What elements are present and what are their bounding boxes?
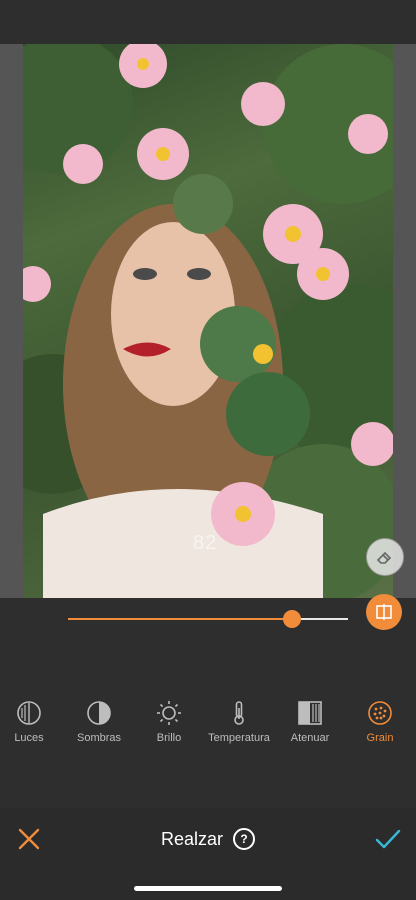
slider-knob[interactable]: [283, 610, 301, 628]
canvas-area: 82: [0, 44, 416, 630]
intensity-slider[interactable]: [0, 598, 416, 642]
tool-temperatura[interactable]: Temperatura: [199, 700, 279, 744]
tool-sombras[interactable]: Sombras: [59, 700, 139, 744]
thermometer-icon: [234, 701, 244, 725]
home-indicator: [134, 886, 282, 891]
tool-label: Sombras: [76, 732, 122, 744]
slider-fill: [68, 618, 292, 620]
tool-label: Brillo: [156, 732, 182, 744]
tool-label: Grain: [366, 732, 394, 744]
status-bar: [0, 0, 416, 44]
eraser-icon: [376, 551, 392, 564]
tool-brillo[interactable]: Brillo: [129, 700, 209, 744]
fade-square-icon: [298, 701, 322, 725]
eraser-button[interactable]: [366, 538, 404, 576]
tool-grain[interactable]: Grain: [340, 700, 416, 744]
adjustment-tools: Luces Sombras Brillo Temperatura Atenuar…: [0, 700, 416, 750]
tool-label: Atenuar: [290, 732, 330, 744]
photo-illustration: [23, 44, 393, 598]
checkmark-icon: [375, 829, 401, 849]
bottom-bar: Realzar ?: [0, 808, 416, 900]
half-circle-lines-icon: [17, 701, 41, 725]
grain-icon: [368, 701, 392, 725]
confirm-button[interactable]: [374, 826, 402, 852]
title-group: Realzar ?: [0, 826, 416, 852]
edited-photo[interactable]: 82: [23, 44, 393, 598]
tool-label: Temperatura: [208, 732, 270, 744]
page-title: Realzar: [160, 828, 224, 849]
half-circle-shadow-icon: [87, 701, 111, 725]
sun-icon: [157, 701, 181, 725]
slider-track[interactable]: [68, 610, 348, 628]
help-button[interactable]: ?: [233, 828, 256, 850]
photo-watermark: 82: [193, 532, 218, 554]
tool-atenuar[interactable]: Atenuar: [270, 700, 350, 744]
